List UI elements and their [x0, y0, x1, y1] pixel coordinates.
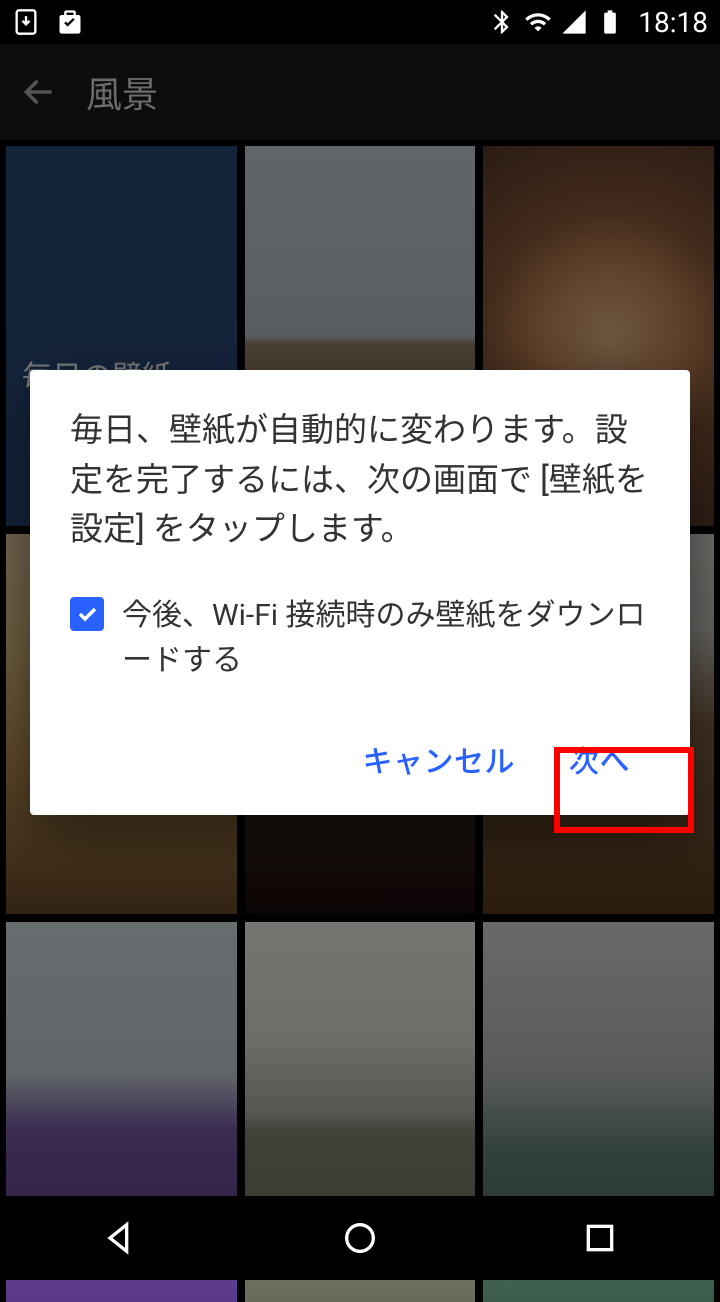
navigation-bar [0, 1196, 720, 1280]
nav-home-icon[interactable] [340, 1218, 380, 1258]
download-icon [12, 8, 40, 36]
shopping-bag-icon [56, 8, 84, 36]
nav-recent-icon[interactable] [580, 1218, 620, 1258]
wifi-only-checkbox-row[interactable]: 今後、Wi-Fi 接続時のみ壁紙をダウンロードする [70, 593, 650, 683]
cellular-icon [560, 8, 588, 36]
bluetooth-icon [488, 8, 516, 36]
wifi-icon [524, 8, 552, 36]
cancel-button[interactable]: キャンセル [343, 725, 536, 793]
dialog-message: 毎日、壁紙が自動的に変わります。設定を完了するには、次の画面で [壁紙を設定] … [70, 406, 650, 555]
status-time: 18:18 [638, 6, 708, 39]
status-bar: 18:18 [0, 0, 720, 44]
annotation-highlight [554, 747, 694, 833]
battery-icon [596, 8, 624, 36]
checkbox-label: 今後、Wi-Fi 接続時のみ壁紙をダウンロードする [122, 593, 650, 683]
checkbox-checked-icon[interactable] [70, 597, 104, 631]
nav-back-icon[interactable] [100, 1218, 140, 1258]
